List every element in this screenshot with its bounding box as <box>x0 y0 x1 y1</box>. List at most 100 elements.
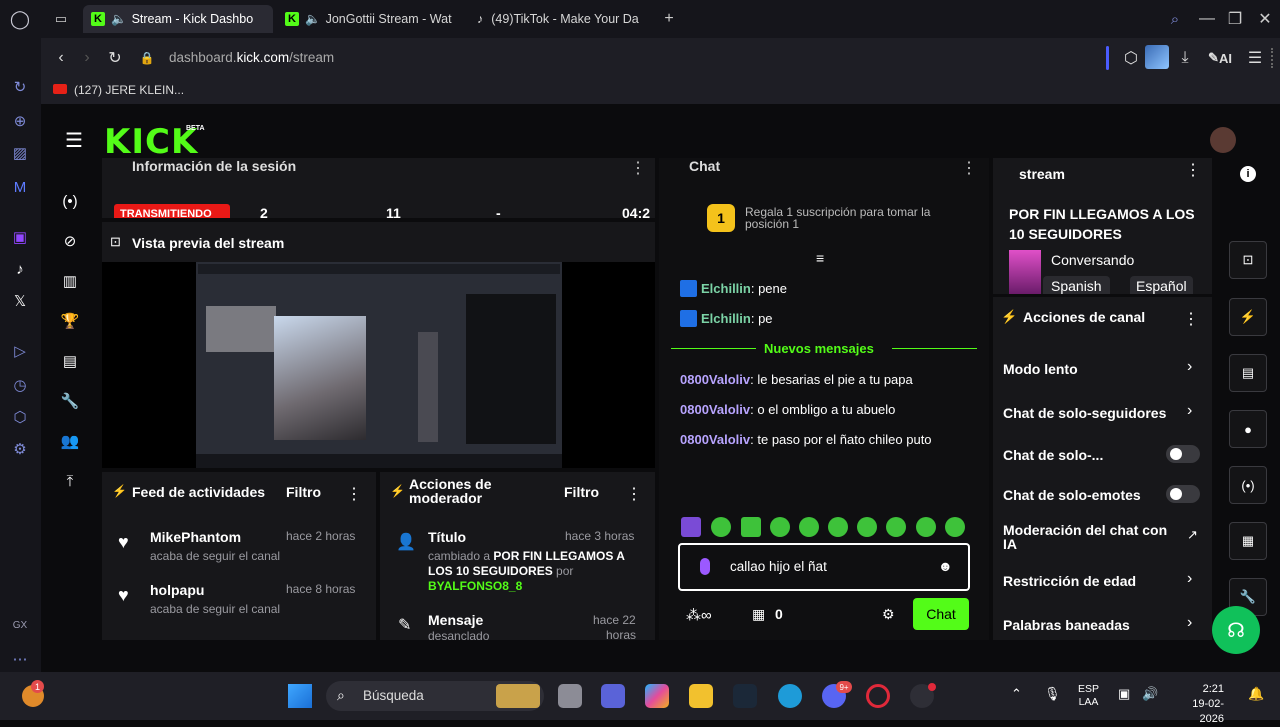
clip-button[interactable]: ⊡ <box>1229 241 1267 279</box>
volume-icon[interactable]: 🔊 <box>1142 686 1158 702</box>
settings-icon[interactable]: ⚙ <box>9 438 31 460</box>
layout-button[interactable]: ▦ <box>1229 522 1267 560</box>
file-explorer-icon[interactable] <box>689 684 713 708</box>
easy-setup-icon[interactable]: ☰ <box>1245 48 1265 68</box>
tab-menu-icon[interactable]: ▭ <box>51 9 71 29</box>
kick-logo[interactable]: KICK <box>104 122 198 162</box>
chat-settings-icon[interactable]: ⚙ <box>882 606 895 623</box>
mod-filter-button[interactable]: Filtro <box>564 484 599 500</box>
menu-dots-icon[interactable]: ⋮ <box>1183 309 1199 329</box>
forward-icon[interactable]: › <box>77 48 97 68</box>
gift-icon[interactable]: ▦ <box>752 606 765 623</box>
player-icon[interactable]: ▷ <box>9 340 31 362</box>
wrench-icon[interactable]: 🔧 <box>58 389 82 413</box>
edge-icon[interactable] <box>778 684 802 708</box>
restore-icon[interactable]: ❐ <box>1225 9 1245 29</box>
hamburger-menu-icon[interactable]: ☰ <box>62 128 86 152</box>
kick-points-icon[interactable]: ⁂∞ <box>686 606 712 624</box>
chat-input-box[interactable]: callao hijo el ñat ☻ <box>678 543 970 591</box>
menu-dots-icon[interactable]: ⋮ <box>1185 160 1201 180</box>
age-restriction-row[interactable]: Restricción de edad <box>1003 573 1136 589</box>
banned-words-row[interactable]: Palabras baneadas <box>1003 617 1130 633</box>
ai-moderation-row[interactable]: Moderación del chat con IA <box>1003 523 1173 551</box>
ai-button[interactable]: ✎ AI <box>1205 48 1235 68</box>
support-chat-icon[interactable]: ☊ <box>1212 606 1260 654</box>
category-thumbnail[interactable] <box>1009 250 1041 294</box>
gift-cta[interactable]: Regala 1 suscripción para tomar la posici… <box>745 206 930 230</box>
reload-icon[interactable]: ↻ <box>105 48 125 68</box>
emoji-icon[interactable]: ☻ <box>938 558 953 574</box>
trophy-icon[interactable]: 🏆 <box>58 309 82 333</box>
url-field[interactable]: dashboard.kick.com/stream <box>169 50 334 65</box>
tag-chip[interactable]: Spanish <box>1043 276 1110 294</box>
tiktok-icon[interactable]: ♪ <box>9 258 31 280</box>
feed-user[interactable]: MikePhantom <box>150 529 241 545</box>
info-icon[interactable]: i <box>1240 166 1256 182</box>
more-icon[interactable]: ⋯ <box>9 648 31 670</box>
x-icon[interactable]: 𝕏 <box>9 290 31 312</box>
bookmark-item[interactable]: (127) JERE KLEIN... <box>74 83 184 97</box>
minimize-icon[interactable]: — <box>1197 9 1217 29</box>
chevron-right-icon[interactable]: › <box>1187 402 1192 420</box>
emote-icon[interactable] <box>828 517 848 537</box>
stream-icon[interactable]: (•) <box>58 189 82 213</box>
copilot-icon[interactable] <box>645 684 669 708</box>
video-icon[interactable]: ▤ <box>58 349 82 373</box>
broadcast-button[interactable]: (•) <box>1229 466 1267 504</box>
steam-icon[interactable] <box>733 684 757 708</box>
opera-logo-icon[interactable]: ◯ <box>9 8 31 30</box>
emote-icon[interactable] <box>857 517 877 537</box>
emote-icon[interactable] <box>711 517 731 537</box>
language-indicator[interactable]: ESP LAA <box>1078 683 1099 709</box>
emote-icon[interactable] <box>886 517 906 537</box>
user-avatar[interactable] <box>1210 127 1236 153</box>
new-tab-icon[interactable]: + <box>659 9 679 29</box>
profile-avatar[interactable] <box>1145 45 1169 69</box>
history-icon[interactable]: ◷ <box>9 374 31 396</box>
chevron-right-icon[interactable]: › <box>1187 570 1192 588</box>
tab-kick-dashboard[interactable]: K 🔈 Stream - Kick Dashbo <box>83 5 273 33</box>
category-name[interactable]: Conversando <box>1051 252 1134 268</box>
menu-dots-icon[interactable]: ⋮ <box>630 158 646 178</box>
clock[interactable]: 2:21 19-02-2026 <box>1170 682 1224 727</box>
followers-only-row[interactable]: Chat de solo-seguidores <box>1003 405 1166 421</box>
tab-jongottii[interactable]: K 🔈 JonGottii Stream - Wat <box>277 5 457 33</box>
pinboard-icon[interactable]: ▨ <box>9 142 31 164</box>
tab-tiktok[interactable]: ♪ (49)TikTok - Make Your Da <box>469 5 651 33</box>
tag-chip[interactable]: Español <box>1130 276 1193 294</box>
windows-start-icon[interactable] <box>288 684 312 708</box>
emote-icon[interactable] <box>916 517 936 537</box>
chat-popout-button[interactable]: ● <box>1229 410 1267 448</box>
feed-user[interactable]: holpapu <box>150 582 204 598</box>
emotes-only-toggle[interactable] <box>1166 485 1200 503</box>
community-icon[interactable]: 👥 <box>58 429 82 453</box>
gx-icon[interactable]: GX <box>9 614 31 636</box>
teams-icon[interactable] <box>601 684 625 708</box>
mic-icon[interactable] <box>700 558 710 575</box>
upload-icon[interactable]: ⤒ <box>58 469 82 493</box>
download-icon[interactable]: ⤓ <box>1175 48 1195 68</box>
chevron-right-icon[interactable]: › <box>1187 614 1192 632</box>
mail-icon[interactable]: M <box>9 176 31 198</box>
subs-only-toggle[interactable] <box>1166 445 1200 463</box>
menu-dots-icon[interactable]: ⋮ <box>961 158 977 178</box>
mic-tray-icon[interactable]: 🎙 <box>1044 686 1061 702</box>
menu-dots-icon[interactable]: ⋮ <box>346 484 362 504</box>
workspace-icon[interactable]: ⊕ <box>9 110 31 132</box>
emote-icon[interactable] <box>681 517 701 537</box>
twitch-icon[interactable]: ▣ <box>9 226 31 248</box>
stream-preview-video[interactable] <box>102 262 655 468</box>
analytics-icon[interactable]: ▥ <box>58 269 82 293</box>
chat-input[interactable]: callao hijo el ñat <box>730 559 827 574</box>
back-icon[interactable]: ‹ <box>51 48 71 68</box>
link-icon[interactable]: ⊘ <box>58 229 82 253</box>
emote-icon[interactable] <box>741 517 761 537</box>
chevron-right-icon[interactable]: › <box>1187 358 1192 376</box>
aria-icon[interactable]: ↻ <box>9 76 31 98</box>
tray-chevron-icon[interactable]: ⌃ <box>1011 686 1022 702</box>
feed-filter-button[interactable]: Filtro <box>286 484 321 500</box>
notes-button[interactable]: ▤ <box>1229 354 1267 392</box>
emote-icon[interactable] <box>799 517 819 537</box>
external-link-icon[interactable]: ↗ <box>1187 527 1198 543</box>
notifications-icon[interactable]: 🔔 <box>1248 686 1264 702</box>
